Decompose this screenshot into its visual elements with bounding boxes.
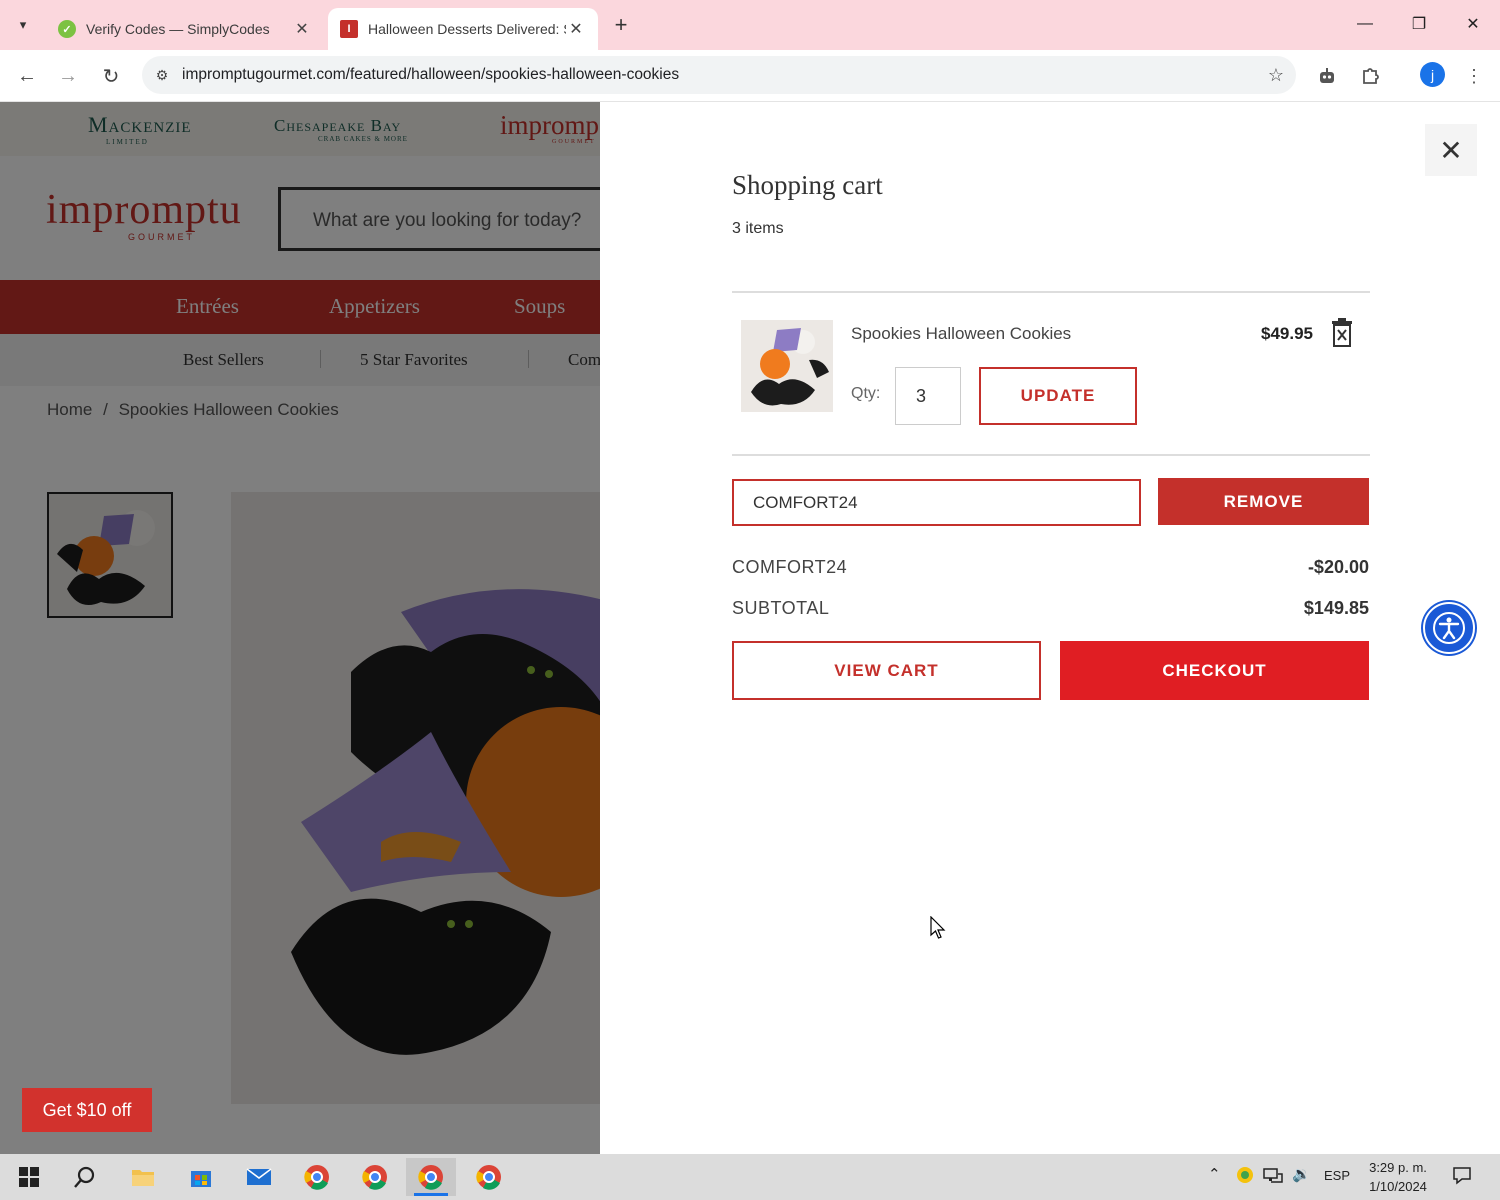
close-tab-icon[interactable]: ✕ — [292, 19, 312, 39]
search-icon[interactable] — [60, 1158, 110, 1196]
close-tab-icon[interactable]: ✕ — [566, 19, 586, 39]
tab-impromptu[interactable]: I Halloween Desserts Delivered: S ✕ — [328, 8, 598, 50]
extension-robot-icon[interactable] — [1312, 61, 1342, 91]
file-explorer-icon[interactable] — [118, 1158, 168, 1196]
minimize-icon[interactable]: — — [1340, 8, 1390, 40]
subtotal-value: $149.85 — [1303, 598, 1369, 618]
divider — [732, 291, 1370, 293]
tab-title: Verify Codes — SimplyCodes — [86, 21, 270, 37]
chrome-profile-2-icon[interactable] — [350, 1158, 400, 1196]
coupon-code-input[interactable] — [732, 479, 1141, 526]
mail-icon[interactable] — [234, 1158, 284, 1196]
chrome-profile-1-icon[interactable] — [292, 1158, 342, 1196]
checkout-button[interactable]: CHECKOUT — [1060, 641, 1369, 700]
mouse-cursor-icon — [930, 915, 946, 940]
restore-icon[interactable]: ❐ — [1394, 8, 1444, 40]
qty-label: Qty: — [851, 385, 881, 402]
view-cart-button[interactable]: VIEW CART — [732, 641, 1041, 700]
discount-label: COMFORT24 — [732, 557, 848, 577]
chrome-profile-3-icon[interactable] — [406, 1158, 456, 1196]
qty-input[interactable] — [895, 367, 961, 425]
network-icon[interactable] — [1263, 1166, 1283, 1187]
volume-icon[interactable]: 🔉 — [1292, 1165, 1311, 1183]
get-10-off-button[interactable]: Get $10 off — [22, 1088, 152, 1132]
profile-avatar[interactable]: j — [1420, 62, 1445, 87]
site-settings-icon[interactable]: ⚙ — [142, 67, 182, 84]
cart-item-name[interactable]: Spookies Halloween Cookies — [851, 324, 1071, 344]
simplycodes-favicon-icon: ✓ — [58, 20, 76, 38]
tray-app-icon[interactable] — [1236, 1166, 1254, 1187]
cart-item-price: $49.95 — [1261, 324, 1313, 343]
clock-time: 3:29 p. m. — [1369, 1160, 1427, 1175]
product-page: Mackenzie LIMITED Chesapeake Bay CRAB CA… — [0, 102, 600, 1154]
cart-drawer: ✕ Shopping cart 3 items Spookies Hallowe… — [600, 102, 1500, 1154]
cart-item-image[interactable] — [741, 320, 833, 412]
impromptu-favicon-icon: I — [340, 20, 358, 38]
microsoft-store-icon[interactable] — [176, 1158, 226, 1196]
modal-backdrop[interactable] — [0, 102, 600, 1154]
taskbar: ⌃ 🔉 ESP 3:29 p. m. 1/10/2024 — [0, 1154, 1500, 1200]
back-icon[interactable]: ← — [12, 61, 42, 91]
divider — [732, 454, 1370, 456]
cart-item-count: 3 items — [732, 220, 784, 237]
tab-strip: ▾ ✓ Verify Codes — SimplyCodes ✕ I Hallo… — [0, 0, 1500, 50]
close-cart-icon[interactable]: ✕ — [1425, 124, 1477, 176]
remove-coupon-button[interactable]: REMOVE — [1158, 478, 1369, 525]
tab-search-dropdown-icon[interactable]: ▾ — [8, 10, 38, 40]
forward-icon[interactable]: → — [53, 61, 83, 91]
reload-icon[interactable]: ↻ — [96, 61, 126, 91]
system-clock[interactable]: 3:29 p. m. 1/10/2024 — [1362, 1158, 1434, 1196]
tab-title: Halloween Desserts Delivered: S — [368, 21, 566, 37]
new-tab-icon[interactable]: + — [606, 12, 636, 38]
chrome-profile-4-icon[interactable] — [464, 1158, 514, 1196]
notifications-icon[interactable] — [1452, 1165, 1472, 1188]
accessibility-icon[interactable] — [1423, 602, 1475, 654]
extensions-puzzle-icon[interactable] — [1355, 61, 1385, 91]
chrome-menu-icon[interactable]: ⋮ — [1459, 61, 1489, 91]
discount-value: -$20.00 — [1307, 557, 1369, 577]
close-window-icon[interactable]: ✕ — [1448, 8, 1498, 40]
delete-item-icon[interactable] — [1327, 316, 1357, 350]
url-text[interactable]: impromptugourmet.com/featured/halloween/… — [182, 66, 1256, 84]
tray-expand-icon[interactable]: ⌃ — [1208, 1165, 1221, 1183]
language-indicator[interactable]: ESP — [1324, 1168, 1350, 1183]
cart-title: Shopping cart — [732, 170, 883, 200]
clock-date: 1/10/2024 — [1369, 1179, 1427, 1194]
omnibox[interactable]: ⚙ impromptugourmet.com/featured/hallowee… — [142, 56, 1296, 94]
tab-simplycodes[interactable]: ✓ Verify Codes — SimplyCodes ✕ — [46, 8, 324, 50]
bookmark-star-icon[interactable]: ☆ — [1256, 65, 1296, 86]
update-button[interactable]: UPDATE — [979, 367, 1137, 425]
subtotal-label: SUBTOTAL — [732, 598, 830, 618]
windows-start-icon[interactable] — [4, 1158, 54, 1196]
address-toolbar: ← → ↻ ⚙ impromptugourmet.com/featured/ha… — [0, 50, 1500, 102]
